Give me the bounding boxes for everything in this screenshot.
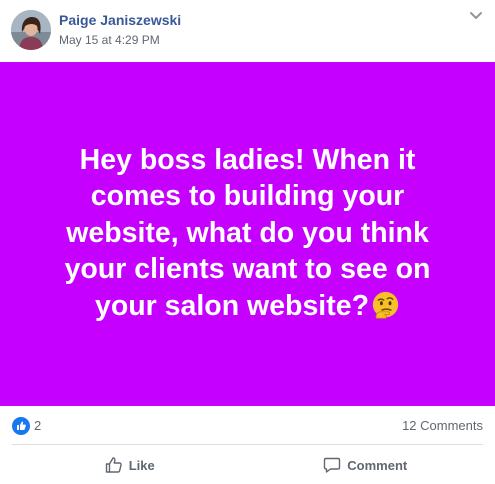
post-text-card: Hey boss ladies! When it comes to buildi… xyxy=(0,62,495,406)
chevron-down-icon[interactable] xyxy=(469,11,483,21)
facebook-post: Paige Janiszewski May 15 at 4:29 PM Hey … xyxy=(0,0,495,484)
post-text-block: Hey boss ladies! When it comes to buildi… xyxy=(33,142,463,325)
thinking-face-icon xyxy=(372,291,399,319)
like-button-label: Like xyxy=(128,457,155,473)
avatar-photo xyxy=(11,10,51,50)
comment-bubble-icon xyxy=(324,457,341,473)
post-stats: 2 12 Comments xyxy=(0,406,495,444)
post-action-bar: Like Comment xyxy=(12,446,483,484)
author-name[interactable]: Paige Janiszewski xyxy=(59,12,181,28)
stats-divider xyxy=(12,444,483,445)
post-header: Paige Janiszewski May 15 at 4:29 PM xyxy=(0,0,495,62)
comment-count[interactable]: 12 Comments xyxy=(402,418,483,433)
thumbs-up-icon xyxy=(105,457,122,473)
comment-button[interactable]: Comment xyxy=(248,446,484,484)
like-reaction-icon[interactable] xyxy=(12,417,30,435)
post-timestamp[interactable]: May 15 at 4:29 PM xyxy=(59,33,160,47)
reaction-count[interactable]: 2 xyxy=(34,418,41,433)
comment-button-label: Comment xyxy=(347,457,408,473)
like-button[interactable]: Like xyxy=(12,446,248,484)
author-avatar[interactable] xyxy=(11,10,51,50)
